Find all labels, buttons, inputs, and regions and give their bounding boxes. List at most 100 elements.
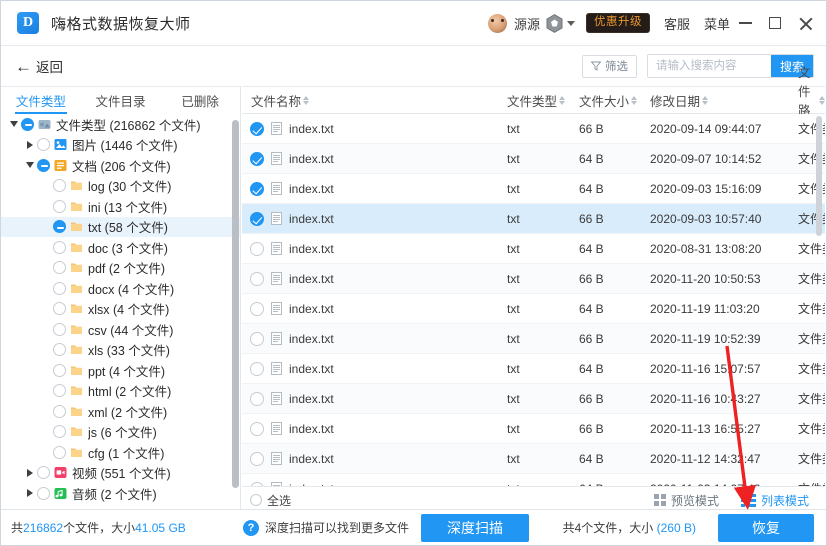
tree-node[interactable]: html (2 个文件) xyxy=(1,381,240,402)
tree-node[interactable]: ini (13 个文件) xyxy=(1,196,240,217)
menu-link[interactable]: 菜单 xyxy=(704,14,730,33)
sort-indicator-icon[interactable] xyxy=(819,95,825,105)
table-row[interactable]: index.txt txt 66 B 2020-11-19 10:52:39 文件类型\… xyxy=(242,324,825,354)
tree-node[interactable]: ppt (4 个文件) xyxy=(1,360,240,381)
row-checkbox[interactable] xyxy=(250,241,264,256)
avatar[interactable] xyxy=(487,13,507,33)
filter-button[interactable]: 筛选 xyxy=(581,54,637,78)
file-type-tree[interactable]: 文件类型 (216862 个文件) 图片 (1446 个文件) 文档 (206 个文… xyxy=(1,114,241,509)
column-header[interactable]: 文件名称 xyxy=(251,91,310,110)
tree-node-checkbox[interactable] xyxy=(53,343,66,357)
select-all-control[interactable]: 全选 xyxy=(250,492,291,509)
tree-node[interactable]: log (30 个文件) xyxy=(1,176,240,197)
tree-node-checkbox[interactable] xyxy=(37,138,50,152)
table-row[interactable]: index.txt txt 66 B 2020-11-13 16:55:27 文件类型\… xyxy=(242,414,825,444)
tree-node[interactable]: 视频 (551 个文件) xyxy=(1,463,240,484)
search-input[interactable] xyxy=(647,55,771,77)
tree-node[interactable]: docx (4 个文件) xyxy=(1,278,240,299)
row-checkbox[interactable] xyxy=(250,211,264,226)
tree-node[interactable]: 文档 (206 个文件) xyxy=(1,155,240,176)
tree-node-checkbox[interactable] xyxy=(53,404,66,418)
deep-scan-button[interactable]: 深度扫描 xyxy=(421,513,530,542)
row-checkbox[interactable] xyxy=(250,331,264,346)
table-row[interactable]: index.txt txt 64 B 2020-11-16 15:07:57 文件类型\… xyxy=(242,354,825,384)
tree-node[interactable]: csv (44 个文件) xyxy=(1,319,240,340)
row-checkbox[interactable] xyxy=(250,121,264,136)
row-checkbox[interactable] xyxy=(250,391,264,406)
table-row[interactable]: index.txttxt64 B2020-11-03 14:27:43文件类型\… xyxy=(242,474,825,486)
table-row[interactable]: index.txttxt66 B2020-09-03 10:57:40文件类型\… xyxy=(242,204,825,234)
back-button[interactable]: ← 返回 xyxy=(15,56,63,76)
sort-indicator-icon[interactable] xyxy=(303,95,310,105)
maximize-button[interactable] xyxy=(760,1,790,45)
close-button[interactable] xyxy=(790,1,820,45)
row-checkbox[interactable] xyxy=(250,361,264,376)
preview-mode-button[interactable]: 预览模式 xyxy=(653,492,719,509)
tree-node-checkbox[interactable] xyxy=(53,240,66,254)
table-row[interactable]: index.txttxt66 B2020-09-14 09:44:07文件类型\… xyxy=(242,114,825,144)
collapse-triangle-icon[interactable] xyxy=(7,121,21,128)
tree-node-checkbox[interactable] xyxy=(21,117,34,131)
tree-node[interactable]: js (6 个文件) xyxy=(1,422,240,443)
help-icon[interactable]: ? xyxy=(243,519,259,536)
tree-node-checkbox[interactable] xyxy=(53,199,66,213)
expand-triangle-icon[interactable] xyxy=(23,140,37,149)
tree-node-checkbox[interactable] xyxy=(37,466,50,480)
membership-gem-icon[interactable] xyxy=(546,13,563,33)
tree-node-checkbox[interactable] xyxy=(53,302,66,316)
customer-service-link[interactable]: 客服 xyxy=(664,14,690,33)
tree-node-checkbox[interactable] xyxy=(53,322,66,336)
table-row[interactable]: index.txt txt 64 B 2020-11-12 14:32:47 文件类型\… xyxy=(242,444,825,474)
tree-node-checkbox[interactable] xyxy=(53,425,66,439)
tree-node[interactable]: pdf (2 个文件) xyxy=(1,258,240,279)
tab-1[interactable]: 文件目录 xyxy=(81,87,161,114)
tree-node[interactable]: 文件类型 (216862 个文件) xyxy=(1,114,240,135)
tree-node-checkbox[interactable] xyxy=(53,261,66,275)
tree-node-checkbox[interactable] xyxy=(53,220,66,234)
tree-scrollbar[interactable] xyxy=(232,120,239,488)
tree-node-checkbox[interactable] xyxy=(53,445,66,459)
sort-indicator-icon[interactable] xyxy=(559,95,566,105)
table-row[interactable]: index.txt txt 66 B 2020-11-20 10:50:53 文件类型\… xyxy=(242,264,825,294)
row-checkbox[interactable] xyxy=(250,271,264,286)
expand-triangle-icon[interactable] xyxy=(23,468,37,477)
sort-indicator-icon[interactable] xyxy=(702,95,709,105)
row-checkbox[interactable] xyxy=(250,451,264,466)
tree-node-checkbox[interactable] xyxy=(53,179,66,193)
tab-2[interactable]: 已删除 xyxy=(160,87,240,114)
row-checkbox[interactable] xyxy=(250,151,264,166)
column-header[interactable]: 文件大小 xyxy=(579,91,638,110)
tree-node[interactable]: xls (33 个文件) xyxy=(1,340,240,361)
table-row[interactable]: index.txttxt64 B2020-09-03 15:16:09文件类型\… xyxy=(242,174,825,204)
row-checkbox[interactable] xyxy=(250,301,264,316)
table-row[interactable]: index.txt txt 66 B 2020-11-16 10:43:27 文件类型\… xyxy=(242,384,825,414)
sort-indicator-icon[interactable] xyxy=(631,95,638,105)
tree-node[interactable]: xlsx (4 个文件) xyxy=(1,299,240,320)
row-checkbox[interactable] xyxy=(250,421,264,436)
table-row[interactable]: index.txt txt 64 B 2020-11-19 11:03:20 文件类型\… xyxy=(242,294,825,324)
chevron-down-icon[interactable] xyxy=(566,20,575,26)
username-label[interactable]: 源源 xyxy=(514,14,540,33)
tree-node-checkbox[interactable] xyxy=(37,486,50,500)
tree-node[interactable]: xml (2 个文件) xyxy=(1,401,240,422)
expand-triangle-icon[interactable] xyxy=(23,489,37,498)
tree-node[interactable]: txt (58 个文件) xyxy=(1,216,240,237)
collapse-triangle-icon[interactable] xyxy=(23,162,37,169)
recover-button[interactable]: 恢复 xyxy=(718,513,814,542)
tree-node-checkbox[interactable] xyxy=(37,158,50,172)
tree-node[interactable]: 图片 (1446 个文件) xyxy=(1,135,240,156)
list-mode-button[interactable]: 列表模式 xyxy=(740,492,809,509)
column-header[interactable]: 修改日期 xyxy=(650,91,709,110)
tab-0[interactable]: 文件类型 xyxy=(1,87,81,114)
tree-node-checkbox[interactable] xyxy=(53,384,66,398)
table-row[interactable]: index.txt txt 64 B 2020-08-31 13:08:20 文件类型\… xyxy=(242,234,825,264)
table-row[interactable]: index.txttxt64 B2020-09-07 10:14:52文件类型\… xyxy=(242,144,825,174)
tree-node[interactable]: cfg (1 个文件) xyxy=(1,442,240,463)
tree-node[interactable]: 音频 (2 个文件) xyxy=(1,483,240,504)
tree-node[interactable]: doc (3 个文件) xyxy=(1,237,240,258)
row-checkbox[interactable] xyxy=(250,181,264,196)
column-header[interactable]: 文件类型 xyxy=(507,91,566,110)
tree-node-checkbox[interactable] xyxy=(53,363,66,377)
file-table[interactable]: index.txt txt 66 B 2020-09-14 09:44:07 文件类型\… xyxy=(242,114,825,486)
table-scrollbar[interactable] xyxy=(816,116,822,236)
